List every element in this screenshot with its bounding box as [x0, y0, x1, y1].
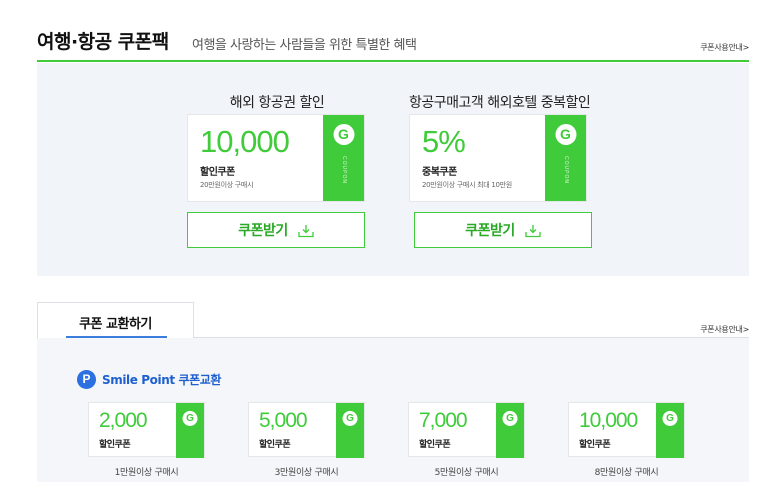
download-icon	[298, 223, 314, 238]
gmarket-g-icon: G	[333, 124, 354, 145]
coupon-condition: 3만원이상 구매시	[274, 468, 339, 478]
coupon-tab: G COUPON	[323, 115, 364, 201]
coupon-guide-link[interactable]: 쿠폰사용안내>	[700, 324, 749, 335]
coupon-amount: 2,000	[99, 409, 148, 432]
coupon-amount: 5%	[422, 124, 466, 159]
gmarket-g-icon: G	[502, 411, 518, 426]
coupon-label: 할인쿠폰	[419, 440, 451, 450]
coupon-exchange-section: 쿠폰 교환하기 쿠폰사용안내> P Smile Point 쿠폰교환 2,000…	[37, 302, 749, 482]
coupon-label: 할인쿠폰	[579, 440, 611, 450]
coupon-card: 5,000 할인쿠폰 G	[248, 402, 365, 458]
page-title: 여행·항공 쿠폰팩	[37, 31, 169, 53]
travel-coupon-panel: 해외 항공권 할인 10,000 할인쿠폰 20만원이상 구매시 G COUPO…	[37, 63, 749, 276]
coupon-card: 7,000 할인쿠폰 G	[408, 402, 525, 458]
coupon-condition: 20만원이상 구매시 최대 10만원	[422, 181, 512, 189]
smile-point-logo-icon: P	[77, 370, 96, 389]
coupon-amount: 5,000	[259, 409, 308, 432]
gmarket-g-icon: G	[555, 124, 576, 145]
coupon-card: 5% 중복쿠폰 20만원이상 구매시 최대 10만원 G COUPON	[409, 114, 587, 202]
coupon-tab: G COUPON	[545, 115, 586, 201]
coupon-condition: 20만원이상 구매시	[200, 181, 254, 189]
coupon-card: 10,000 할인쿠폰 G	[568, 402, 685, 458]
button-label: 쿠폰받기	[465, 223, 515, 239]
smile-point-header: P Smile Point 쿠폰교환	[77, 370, 221, 389]
coupon-tab: G	[336, 403, 364, 458]
coupon-condition: 8만원이상 구매시	[594, 468, 659, 478]
smile-point-title: Smile Point 쿠폰교환	[102, 373, 222, 387]
coupon-condition: 5만원이상 구매시	[434, 468, 499, 478]
gmarket-g-icon: G	[342, 411, 358, 426]
coupon-amount: 7,000	[419, 409, 468, 432]
coupon-vertical-text: COUPON	[340, 156, 347, 184]
download-coupon-button[interactable]: 쿠폰받기	[414, 212, 592, 248]
coupon-label: 할인쿠폰	[259, 440, 291, 450]
button-label: 쿠폰받기	[238, 223, 288, 239]
tab-coupon-exchange[interactable]: 쿠폰 교환하기	[37, 302, 194, 339]
coupon-card: 2,000 할인쿠폰 G	[88, 402, 205, 458]
coupon-tab: G	[176, 403, 204, 458]
coupon-guide-link[interactable]: 쿠폰사용안내>	[700, 42, 749, 53]
page-subtitle: 여행을 사랑하는 사람들을 위한 특별한 혜택	[192, 38, 417, 53]
coupon-title: 해외 항공권 할인	[229, 95, 325, 111]
coupon-card: 10,000 할인쿠폰 20만원이상 구매시 G COUPON	[187, 114, 365, 202]
gmarket-g-icon: G	[662, 411, 678, 426]
section-header: 여행·항공 쿠폰팩 여행을 사랑하는 사람들을 위한 특별한 혜택 쿠폰사용안내…	[37, 0, 749, 62]
download-icon	[525, 223, 541, 238]
tab-label: 쿠폰 교환하기	[79, 317, 152, 332]
coupon-vertical-text: COUPON	[562, 156, 569, 184]
coupon-label: 할인쿠폰	[200, 167, 235, 178]
download-coupon-button[interactable]: 쿠폰받기	[187, 212, 365, 248]
coupon-tab: G	[656, 403, 684, 458]
coupon-amount: 10,000	[579, 409, 638, 432]
coupon-label: 할인쿠폰	[99, 440, 131, 450]
coupon-label: 중복쿠폰	[422, 167, 457, 178]
gmarket-g-icon: G	[182, 411, 198, 426]
coupon-condition: 1만원이상 구매시	[114, 468, 179, 478]
coupon-amount: 10,000	[200, 124, 290, 159]
coupon-title: 항공구매고객 해외호텔 중복할인	[409, 95, 591, 111]
coupon-tab: G	[496, 403, 524, 458]
